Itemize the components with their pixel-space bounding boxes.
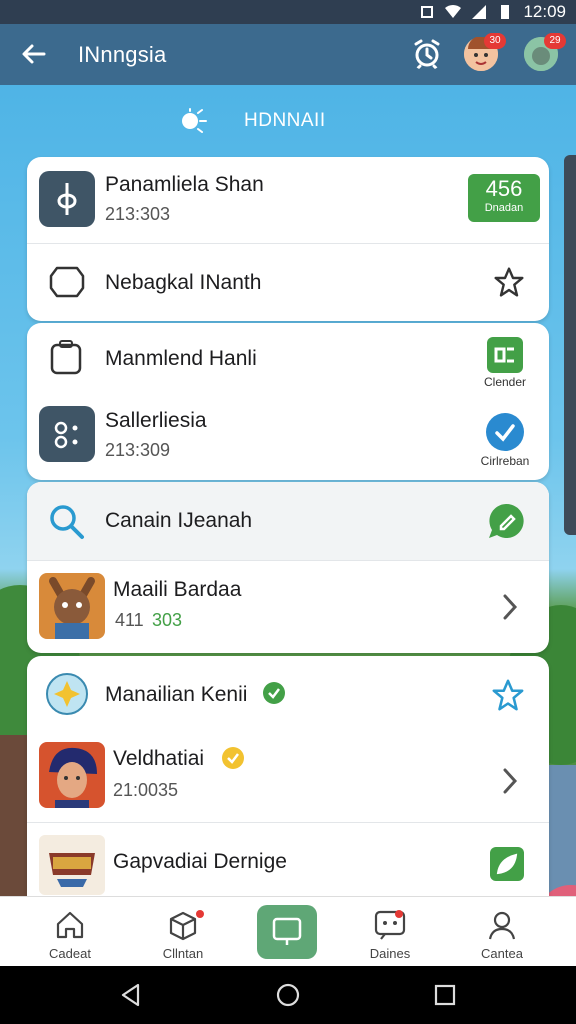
calendar-caption: Clender bbox=[483, 375, 527, 389]
system-home-icon[interactable] bbox=[275, 982, 301, 1008]
item-title: Panamliela Shan bbox=[105, 173, 264, 196]
verified-icon bbox=[263, 682, 285, 704]
item-title: Sallerliesia bbox=[105, 409, 207, 432]
item-title: Manmlend Hanli bbox=[105, 347, 257, 370]
score-value: 456 bbox=[485, 176, 523, 201]
section-header: HDNNAII bbox=[0, 100, 576, 140]
star-outline-icon[interactable] bbox=[493, 266, 525, 298]
swirl-icon bbox=[57, 183, 77, 215]
check-caption: Cirlreban bbox=[480, 454, 530, 468]
notification-badge: 29 bbox=[544, 33, 566, 49]
card-2: Manmlend Hanli Clender Sallerliesia 213:… bbox=[27, 323, 549, 480]
list-item[interactable]: Gapvadiai Dernige bbox=[27, 823, 549, 896]
game-logo-icon bbox=[39, 835, 105, 895]
card-3: Canain IJeanah Maaili Bardaa 411 303 bbox=[27, 482, 549, 653]
chat-bubble-icon[interactable] bbox=[487, 502, 525, 540]
list-item[interactable]: Nebagkal INanth bbox=[27, 244, 549, 321]
list-item[interactable]: Panamliela Shan 213:303 456 Dnadan bbox=[27, 157, 549, 243]
box-icon bbox=[169, 911, 197, 941]
system-navigation-bar bbox=[0, 966, 576, 1024]
system-back-icon[interactable] bbox=[118, 982, 144, 1008]
search-label: Canain IJeanah bbox=[105, 509, 253, 532]
list-item[interactable]: Maaili Bardaa 411 303 bbox=[27, 561, 549, 653]
calendar-app-icon[interactable] bbox=[487, 337, 523, 373]
section-header-text: HDNNAII bbox=[244, 110, 326, 131]
clock: 12:09 bbox=[523, 2, 566, 21]
item-title: Maaili Bardaa bbox=[113, 578, 242, 601]
item-title: Nebagkal INanth bbox=[105, 271, 262, 294]
item-title: Veldhatiai bbox=[113, 747, 205, 770]
search-row[interactable]: Canain IJeanah bbox=[27, 482, 549, 560]
nfc-icon bbox=[421, 6, 434, 18]
item-subtitle: 21:0035 bbox=[113, 780, 179, 800]
wifi-icon bbox=[445, 4, 462, 19]
chevron-right-icon[interactable] bbox=[500, 767, 520, 795]
notification-dot bbox=[395, 910, 403, 918]
nav-games[interactable]: Daines bbox=[335, 897, 445, 967]
nav-home[interactable]: Cadeat bbox=[15, 897, 125, 967]
nav-label: Cllntan bbox=[162, 946, 204, 961]
list-item[interactable]: Manmlend Hanli Clender bbox=[27, 323, 549, 398]
item-subtitle-a: 411 bbox=[115, 610, 144, 630]
check-circle-icon[interactable] bbox=[486, 413, 524, 451]
search-icon bbox=[50, 505, 84, 539]
score-badge[interactable]: 456 Dnadan bbox=[468, 174, 540, 222]
item-subtitle-b: 303 bbox=[152, 610, 183, 630]
screen-icon bbox=[272, 917, 302, 945]
nav-label: Cadeat bbox=[49, 946, 91, 961]
item-title: Manailian Kenii bbox=[105, 683, 248, 706]
back-arrow-icon[interactable] bbox=[18, 38, 50, 70]
app-bar: INnngsia 30 29 bbox=[0, 24, 576, 85]
card-1: Panamliela Shan 213:303 456 Dnadan Nebag… bbox=[27, 157, 549, 321]
home-icon bbox=[56, 911, 84, 939]
avatar-secondary[interactable]: 29 bbox=[524, 33, 566, 71]
sun-icon bbox=[182, 108, 207, 133]
chevron-right-icon[interactable] bbox=[500, 593, 520, 621]
nav-profile[interactable]: Cantea bbox=[447, 897, 557, 967]
avatar[interactable]: 30 bbox=[464, 33, 506, 71]
score-label: Dnadan bbox=[484, 202, 524, 214]
game-character-icon bbox=[39, 573, 105, 639]
sparkle-badge-icon bbox=[46, 673, 88, 715]
list-item[interactable]: Manailian Kenii bbox=[27, 656, 549, 734]
card-4: Manailian Kenii Veldhatiai 21:0035 Gapva… bbox=[27, 656, 549, 896]
app-icon bbox=[39, 406, 95, 462]
item-title: Gapvadiai Dernige bbox=[113, 850, 287, 873]
alarm-icon[interactable] bbox=[410, 37, 444, 71]
item-subtitle: 213:303 bbox=[105, 204, 171, 224]
notification-badge: 30 bbox=[484, 33, 506, 49]
clipboard-icon bbox=[50, 340, 82, 375]
gold-badge-icon bbox=[222, 747, 244, 769]
list-item[interactable]: Veldhatiai 21:0035 bbox=[27, 734, 549, 822]
list-item[interactable]: Sallerliesia 213:309 Cirlreban bbox=[27, 398, 549, 480]
badge-outline-icon bbox=[49, 266, 85, 298]
system-recents-icon[interactable] bbox=[432, 982, 458, 1008]
signal-icon bbox=[472, 5, 487, 19]
leaf-app-icon[interactable] bbox=[490, 847, 524, 881]
star-outline-icon[interactable] bbox=[491, 678, 525, 712]
item-subtitle: 213:309 bbox=[105, 440, 171, 460]
nav-label: Cantea bbox=[481, 946, 523, 961]
dice-icon bbox=[54, 421, 78, 449]
notification-dot bbox=[196, 910, 204, 918]
nav-center-button[interactable] bbox=[257, 905, 317, 959]
person-icon bbox=[488, 911, 516, 940]
nav-store[interactable]: Cllntan bbox=[128, 897, 238, 967]
nav-label: Daines bbox=[369, 946, 411, 961]
page-title: INnngsia bbox=[78, 42, 167, 67]
bottom-navigation: Cadeat Cllntan Daines Cantea bbox=[0, 896, 576, 967]
hero-avatar-icon bbox=[39, 742, 105, 808]
app-icon bbox=[39, 171, 95, 227]
status-bar: 12:09 bbox=[0, 0, 576, 24]
battery-icon bbox=[501, 5, 510, 19]
